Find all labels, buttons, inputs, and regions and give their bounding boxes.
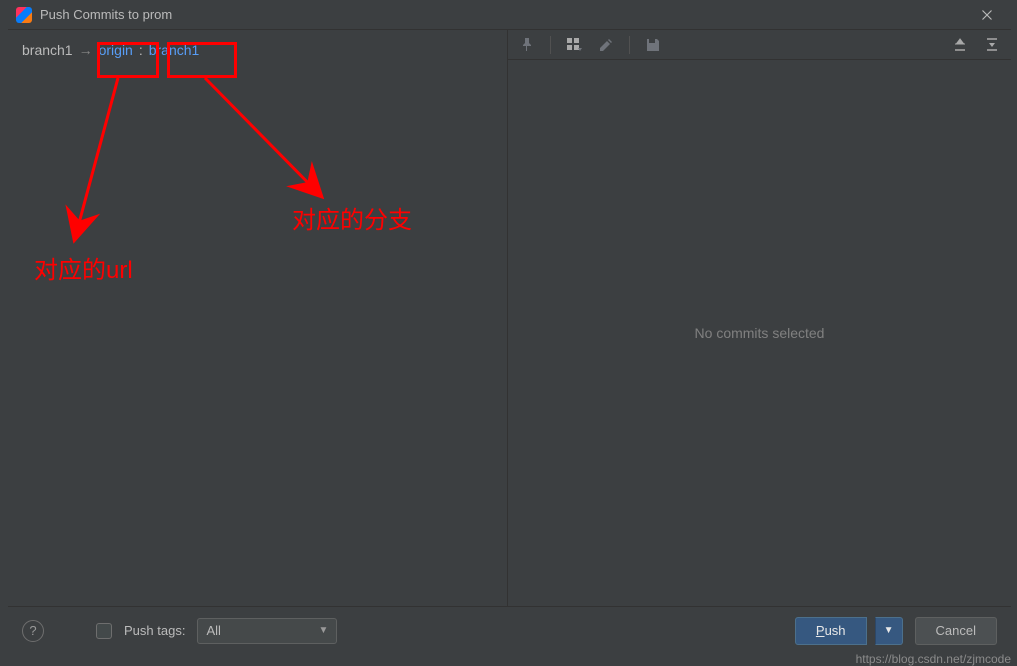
toolbar-separator [629, 36, 630, 54]
push-tags-checkbox[interactable] [96, 623, 112, 639]
grid-icon[interactable] [565, 36, 583, 54]
push-dropdown[interactable]: ▼ [875, 617, 903, 645]
watermark: https://blog.csdn.net/zjmcode [856, 652, 1011, 666]
push-tags-label: Push tags: [124, 623, 185, 638]
content-area: branch1 → origin : branch1 [8, 30, 1011, 606]
edit-icon[interactable] [597, 36, 615, 54]
combo-value: All [206, 623, 220, 638]
chevron-down-icon: ▼ [319, 625, 329, 636]
expand-icon[interactable] [951, 36, 969, 54]
collapse-icon[interactable] [983, 36, 1001, 54]
preview-pane: No commits selected [508, 30, 1011, 606]
remote-branch[interactable]: branch1 [149, 42, 200, 58]
push-tags-combo[interactable]: All ▼ [197, 618, 337, 644]
push-button[interactable]: Push [795, 617, 867, 645]
cancel-button[interactable]: Cancel [915, 617, 997, 645]
branch-mapping[interactable]: branch1 → origin : branch1 [22, 42, 493, 58]
titlebar: Push Commits to prom [8, 0, 1011, 30]
push-label-rest: ush [825, 623, 846, 638]
pin-icon[interactable] [518, 36, 536, 54]
help-button[interactable]: ? [22, 620, 44, 642]
app-icon [16, 7, 32, 23]
arrow-icon: → [79, 42, 93, 58]
toolbar-separator [550, 36, 551, 54]
local-branch: branch1 [22, 42, 73, 58]
close-button[interactable] [971, 3, 1003, 27]
dialog-footer: ? Push tags: All ▼ Push ▼ Cancel [8, 606, 1011, 654]
save-icon[interactable] [644, 36, 662, 54]
empty-message: No commits selected [695, 325, 825, 341]
push-dialog: Push Commits to prom branch1 → origin : … [8, 0, 1011, 654]
colon: : [139, 42, 143, 58]
dialog-title: Push Commits to prom [40, 7, 172, 22]
remote-name[interactable]: origin [99, 42, 133, 58]
preview-toolbar [508, 30, 1011, 60]
commits-pane: branch1 → origin : branch1 [8, 30, 508, 606]
preview-empty: No commits selected [508, 60, 1011, 606]
